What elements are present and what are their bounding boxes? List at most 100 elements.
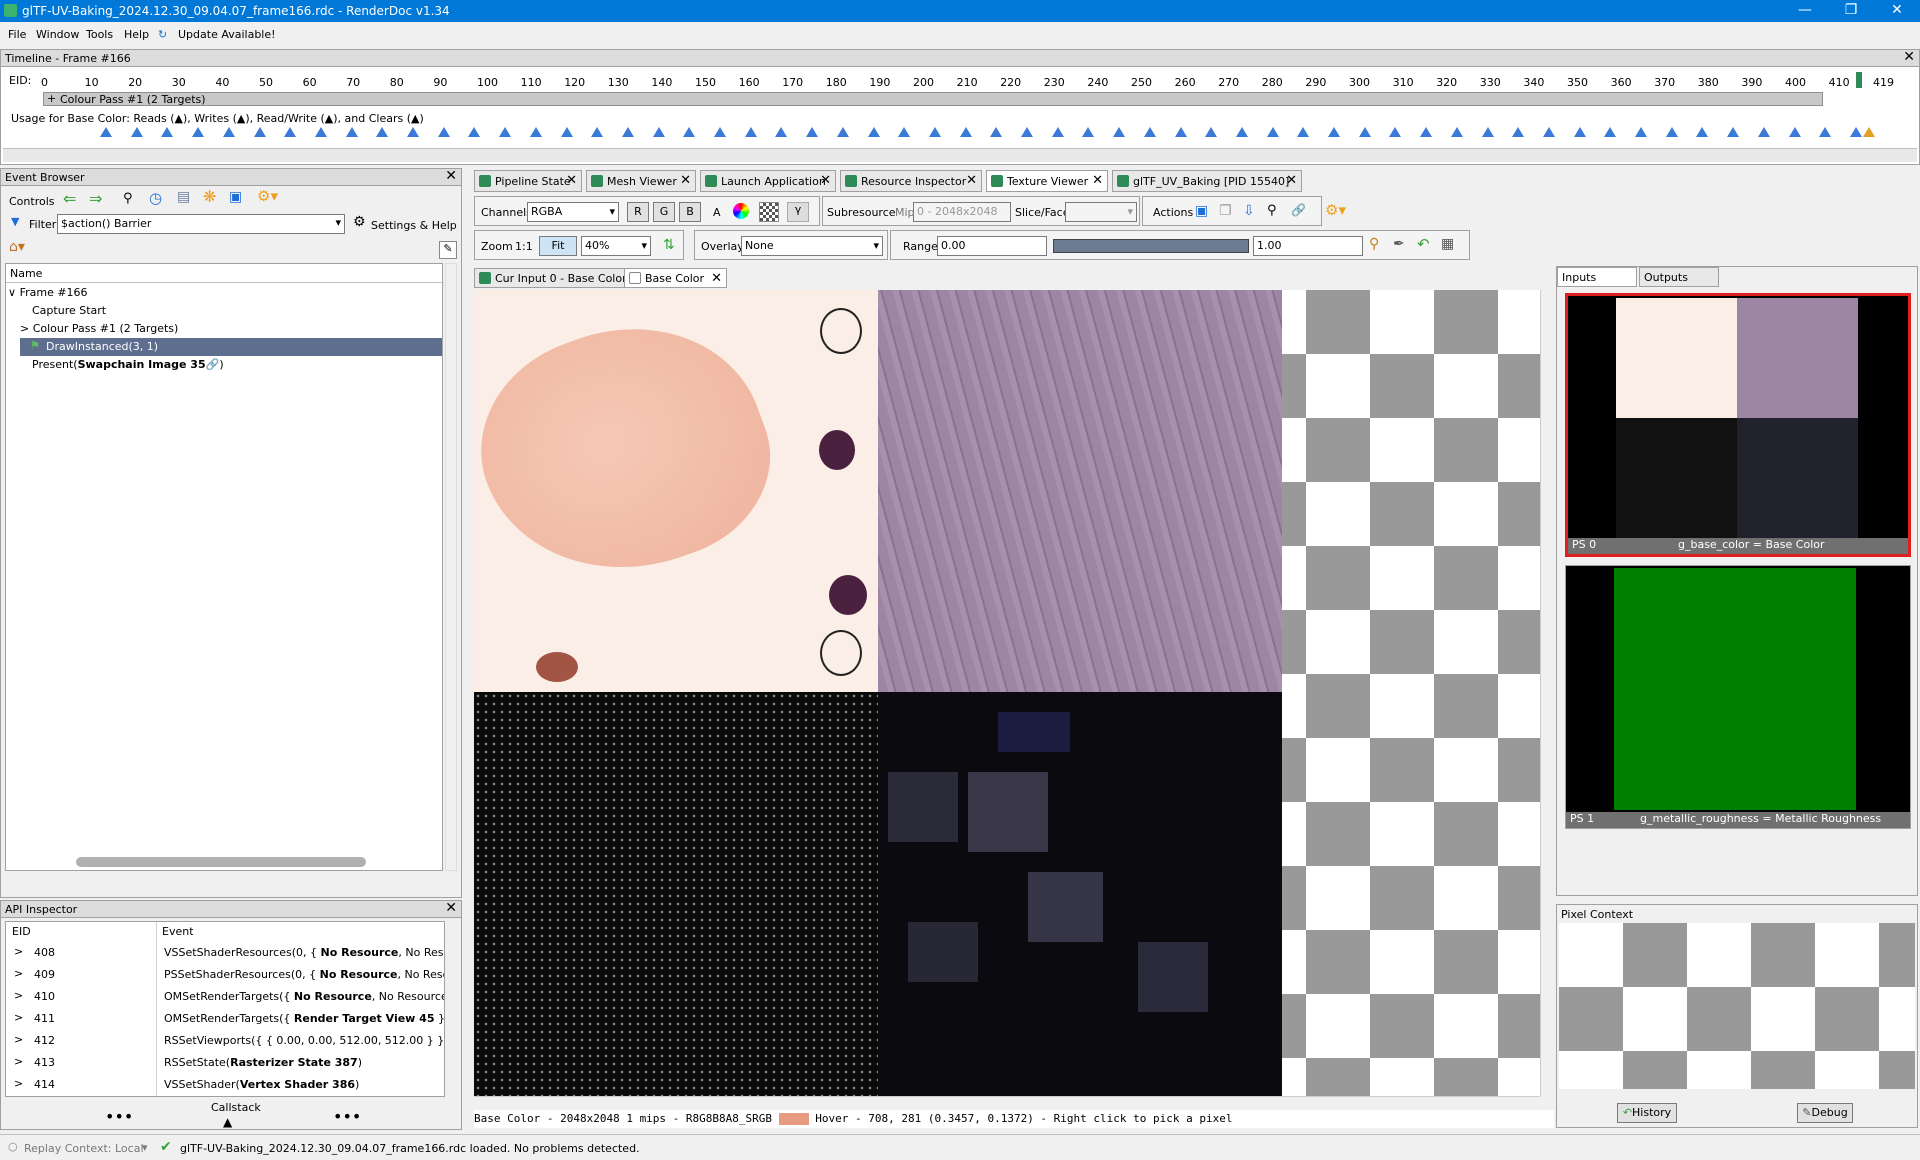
thumbnail-metallic-roughness[interactable]: PS 1 g_metallic_roughness = Metallic Rou… [1565,565,1911,829]
column-header-eid[interactable]: EID [12,925,31,938]
timeline-marker[interactable] [1856,72,1862,88]
usage-marker[interactable] [284,127,297,137]
usage-marker[interactable] [1328,127,1340,137]
usage-marker[interactable] [1573,127,1586,137]
usage-marker[interactable] [1757,127,1770,137]
tab-base-color[interactable]: Base Color ✕ [624,268,728,288]
timeline-scrollbar[interactable] [3,148,1917,162]
texture-vertical-scrollbar[interactable] [1540,290,1554,1096]
usage-marker[interactable] [1604,127,1617,137]
tree-item-drawinstanced-selected[interactable]: ⚑ DrawInstanced(3, 1) [20,338,442,356]
flip-icon[interactable]: ⇅ [663,237,675,253]
usage-marker[interactable] [591,127,604,137]
timeline-pass-bar[interactable]: Colour Pass #1 (2 Targets) + [43,92,1823,106]
usage-marker[interactable] [806,127,819,137]
usage-marker[interactable] [1082,127,1095,137]
close-icon[interactable]: ✕ [966,173,977,188]
usage-marker[interactable] [714,127,726,137]
usage-marker[interactable] [407,127,419,137]
table-row[interactable]: >412 RSSetViewports({ { 0.00, 0.00, 512.0… [10,1030,444,1052]
maximize-button[interactable]: ❐ [1828,0,1874,22]
zoom-1-1-button[interactable]: 1:1 [515,240,533,253]
chevron-down-icon[interactable]: ▾ [873,239,879,252]
chevron-down-icon[interactable]: ▾ [142,1141,148,1154]
green-channel-toggle[interactable]: G [653,202,675,222]
usage-marker[interactable] [437,127,450,137]
tree-item-capture-start[interactable]: Capture Start [32,304,106,317]
range-slider[interactable] [1053,239,1249,253]
usage-marker[interactable] [1863,127,1875,137]
find-icon[interactable]: ⚲ [123,191,133,206]
usage-marker[interactable] [775,127,788,137]
column-header-name[interactable]: Name [10,267,42,280]
usage-marker[interactable] [1542,127,1555,137]
expand-icon[interactable]: > [14,1011,23,1024]
mip-select[interactable]: 0 - 2048x2048 [913,202,1011,222]
tree-item-frame[interactable]: ∨ Frame #166 [8,286,88,299]
tab-gltf-uv-baking-pid-15540[interactable]: glTF_UV_Baking [PID 15540] ✕ [1112,170,1302,192]
close-icon[interactable]: ✕ [820,173,831,188]
close-icon[interactable]: ✕ [445,900,457,916]
usage-marker[interactable] [192,127,205,137]
callstack-label[interactable]: Callstack [211,1101,261,1114]
home-icon[interactable]: ⌂▾ [9,239,25,255]
menu-window[interactable]: Window [36,28,79,41]
usage-marker[interactable] [1819,127,1832,137]
filter-input[interactable]: $action() Barrier ▾ [57,214,345,234]
histogram-icon[interactable]: ▦ [1441,236,1454,252]
usage-marker[interactable] [621,127,634,137]
range-max-input[interactable]: 1.00 [1253,236,1363,256]
usage-marker[interactable] [1481,127,1494,137]
link-icon[interactable]: 🔗 [206,358,220,371]
history-button[interactable]: ↶History [1617,1103,1677,1123]
tab-mesh-viewer[interactable]: Mesh Viewer ✕ [586,170,696,192]
expand-icon[interactable]: > [14,1033,23,1046]
usage-marker[interactable] [1266,127,1279,137]
zoom-range-icon[interactable]: ⚲ [1369,236,1379,252]
close-icon[interactable]: ✕ [680,173,691,188]
minimize-button[interactable]: — [1782,0,1828,22]
tab-resource-inspector[interactable]: Resource Inspector ✕ [840,170,982,192]
thumbnail-base-color[interactable]: PS 0 g_base_color = Base Color [1565,293,1911,557]
expand-icon[interactable]: > [14,945,23,958]
horizontal-scrollbar[interactable] [76,857,366,867]
close-icon[interactable]: ✕ [566,173,577,188]
tab-cur-input-0[interactable]: Cur Input 0 - Base Color [474,268,634,288]
chart-icon[interactable]: ▤ [177,189,190,205]
table-row[interactable]: >411 OMSetRenderTargets({ Render Target V… [10,1008,444,1030]
usage-marker[interactable] [990,127,1003,137]
tree-item-colour-pass[interactable]: > Colour Pass #1 (2 Targets) [20,322,178,335]
usage-marker[interactable] [1297,127,1310,137]
table-row[interactable]: >409 PSSetShaderResources(0, { No Resourc… [10,964,444,986]
usage-marker[interactable] [867,127,880,137]
tab-inputs[interactable]: Inputs [1557,267,1637,287]
chevron-down-icon[interactable]: ▾ [641,239,647,252]
close-icon[interactable]: ✕ [711,271,722,286]
copy-icon[interactable]: ❐ [1219,203,1232,219]
table-row[interactable]: >410 OMSetRenderTargets({ No Resource, No… [10,986,444,1008]
usage-marker[interactable] [1849,127,1862,137]
fit-button[interactable]: Fit [539,236,577,256]
triangle-up-icon[interactable]: ▲ [223,1115,232,1129]
expand-icon[interactable]: > [14,1055,23,1068]
texture-canvas[interactable] [474,290,1540,1096]
usage-marker[interactable] [1051,127,1064,137]
close-icon[interactable]: ✕ [1903,49,1915,65]
back-arrow-icon[interactable]: ⇐ [63,189,76,208]
slice-select[interactable]: ▾ [1065,202,1137,222]
usage-marker[interactable] [222,127,235,137]
menu-help[interactable]: Help [124,28,149,41]
usage-marker[interactable] [1696,127,1709,137]
menu-update[interactable]: Update Available! [178,28,276,41]
alpha-channel-toggle[interactable]: A [713,206,721,219]
usage-marker[interactable] [652,127,665,137]
usage-marker[interactable] [836,127,849,137]
usage-marker[interactable] [928,127,941,137]
replay-context[interactable]: Replay Context: Local [24,1142,144,1155]
tree-item-present[interactable]: Present(Swapchain Image 35🔗) [32,358,224,371]
close-icon[interactable]: ✕ [445,168,457,184]
open-icon[interactable]: ⇩ [1243,203,1255,219]
usage-marker[interactable] [898,127,911,137]
checkerboard-icon[interactable] [759,202,779,222]
clock-icon[interactable]: ◷ [149,189,162,207]
